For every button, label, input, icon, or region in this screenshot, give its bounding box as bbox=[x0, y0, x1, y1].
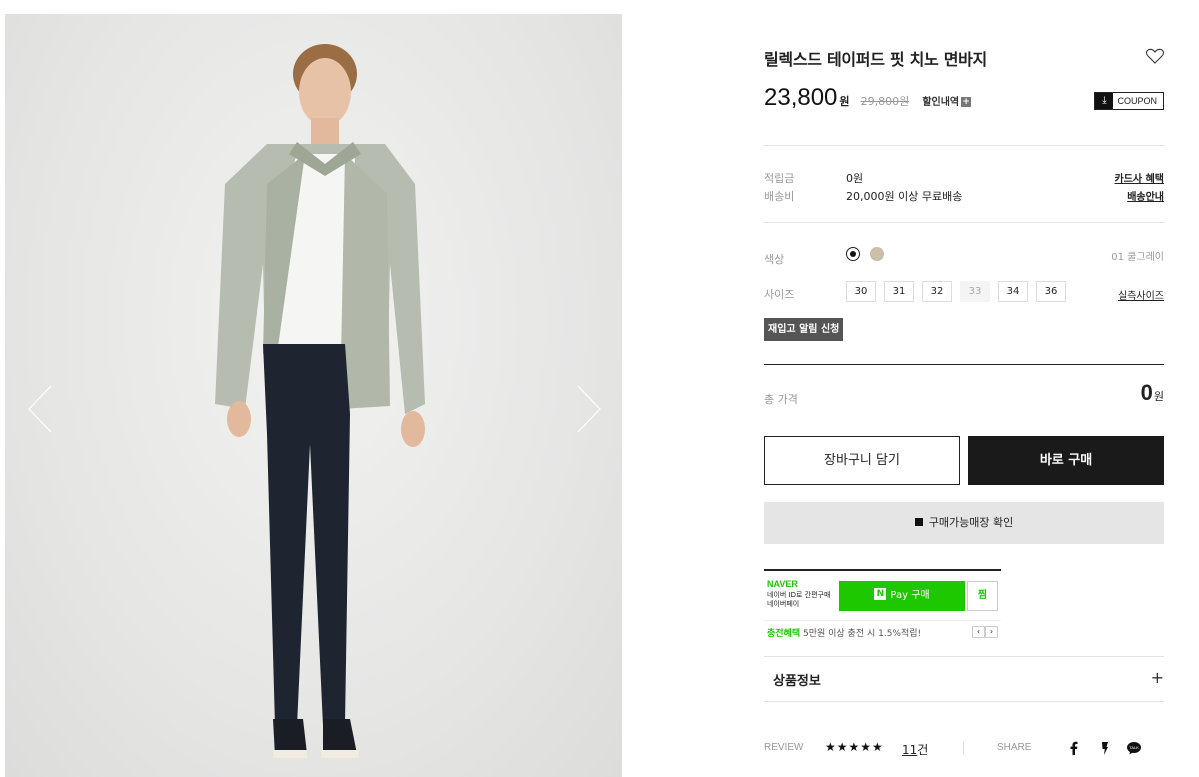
store-availability-button[interactable]: 구매가능매장 확인 bbox=[764, 502, 1164, 544]
naver-benefit-nav: ‹ › bbox=[972, 626, 998, 638]
kakaostory-icon[interactable] bbox=[1097, 740, 1113, 756]
plus-icon: + bbox=[961, 97, 972, 107]
size-option-31[interactable]: 31 bbox=[884, 281, 914, 302]
naver-benefit-text: 충전혜택 5만원 이상 충전 시 1.5%적립! bbox=[767, 626, 921, 639]
discount-details-button[interactable]: 할인내역 + bbox=[922, 97, 972, 108]
heart-icon[interactable] bbox=[1146, 48, 1164, 64]
total-price: 0원 bbox=[1141, 380, 1164, 406]
total-price-unit: 원 bbox=[1153, 391, 1164, 403]
store-availability-label: 구매가능매장 확인 bbox=[928, 516, 1014, 529]
review-count-link[interactable]: 11건 bbox=[902, 741, 928, 758]
review-count: 11 bbox=[902, 743, 918, 757]
chevron-right-icon[interactable]: › bbox=[985, 626, 998, 638]
price-row: 23,800 원 29,800원 할인내역 + ⤓ COUPON bbox=[764, 84, 1164, 118]
gallery-prev-arrow[interactable] bbox=[25, 384, 65, 434]
kakaotalk-icon[interactable]: TALK bbox=[1126, 740, 1142, 756]
coupon-label: COUPON bbox=[1117, 96, 1157, 106]
naver-n-icon: N bbox=[874, 588, 887, 600]
title-row: 릴렉스드 테이퍼드 핏 치노 면바지 bbox=[764, 46, 1164, 70]
naver-desc-line1: 네이버 ID로 간편구매 bbox=[767, 591, 831, 599]
shipping-value: 20,000원 이상 무료배송 bbox=[846, 190, 963, 203]
naver-logo: NAVER bbox=[767, 579, 798, 589]
divider bbox=[764, 620, 1001, 621]
share-label: SHARE bbox=[997, 742, 1032, 753]
shipping-info-link[interactable]: 배송안내 bbox=[1127, 188, 1164, 203]
points-row: 적립금 0원 카드사 혜택 bbox=[764, 170, 1164, 186]
product-info-label: 상품정보 bbox=[773, 674, 821, 689]
product-title: 릴렉스드 테이퍼드 핏 치노 면바지 bbox=[764, 50, 987, 69]
size-options: 30 31 32 33 34 36 bbox=[846, 281, 1066, 302]
review-label: REVIEW bbox=[764, 742, 804, 753]
total-price-value: 0 bbox=[1140, 380, 1153, 405]
svg-text:TALK: TALK bbox=[1129, 745, 1139, 750]
shipping-row: 배송비 20,000원 이상 무료배송 배송안내 bbox=[764, 188, 1164, 204]
naver-benefit-detail: 5만원 이상 충전 시 1.5%적립! bbox=[800, 629, 922, 639]
naver-pay-description: 네이버 ID로 간편구매 네이버페이 bbox=[767, 591, 842, 609]
divider bbox=[963, 742, 964, 754]
naver-desc-line2: 네이버페이 bbox=[767, 600, 800, 608]
original-price: 29,800원 bbox=[860, 95, 910, 108]
shopping-bag-icon bbox=[914, 518, 923, 526]
sale-price-unit: 원 bbox=[839, 95, 850, 108]
size-option-36[interactable]: 36 bbox=[1036, 281, 1066, 302]
naver-pay-label: Pay 구매 bbox=[890, 590, 930, 601]
add-to-cart-button[interactable]: 장바구니 담기 bbox=[764, 436, 960, 485]
plus-icon: + bbox=[1150, 668, 1164, 687]
chevron-left-icon bbox=[28, 385, 52, 433]
coupon-download-button[interactable]: ⤓ COUPON bbox=[1094, 92, 1164, 110]
naver-wish-button[interactable]: 찜 bbox=[967, 581, 998, 611]
color-label: 색상 bbox=[764, 253, 785, 266]
facebook-icon[interactable] bbox=[1066, 740, 1082, 756]
size-option-34[interactable]: 34 bbox=[998, 281, 1028, 302]
size-guide-link[interactable]: 실측사이즈 bbox=[1118, 287, 1164, 302]
product-image-gallery bbox=[5, 14, 622, 777]
naver-pay-widget: NAVER 네이버 ID로 간편구매 네이버페이 N Pay 구매 찜 충전혜택 … bbox=[764, 569, 1001, 641]
naver-pay-button[interactable]: N Pay 구매 bbox=[839, 581, 965, 611]
review-share-row: REVIEW ★★★★★ 11건 SHARE TALK bbox=[764, 740, 1164, 760]
size-option-32[interactable]: 32 bbox=[922, 281, 952, 302]
color-swatch-selected[interactable] bbox=[846, 247, 860, 261]
size-option-33-soldout[interactable]: 33 bbox=[960, 281, 990, 302]
buy-now-button[interactable]: 바로 구매 bbox=[968, 436, 1164, 485]
chevron-left-icon[interactable]: ‹ bbox=[972, 626, 985, 638]
size-label: 사이즈 bbox=[764, 288, 795, 301]
restock-alert-button[interactable]: 재입고 알림 신청 bbox=[764, 318, 844, 341]
size-option-30[interactable]: 30 bbox=[846, 281, 876, 302]
download-icon: ⤓ bbox=[1095, 93, 1114, 109]
review-count-unit: 건 bbox=[917, 743, 929, 757]
points-value: 0원 bbox=[846, 172, 864, 185]
selected-color-name: 01 쿨그레이 bbox=[1111, 252, 1164, 263]
chevron-right-icon bbox=[577, 385, 601, 433]
sale-price: 23,800 bbox=[764, 84, 838, 111]
divider bbox=[764, 145, 1164, 146]
card-benefit-link[interactable]: 카드사 혜택 bbox=[1115, 170, 1164, 185]
divider bbox=[764, 364, 1164, 365]
star-rating: ★★★★★ bbox=[825, 740, 884, 754]
gallery-next-arrow[interactable] bbox=[570, 384, 610, 434]
points-label: 적립금 bbox=[764, 172, 795, 185]
shipping-label: 배송비 bbox=[764, 190, 795, 203]
color-swatch-beige[interactable] bbox=[870, 247, 884, 261]
product-info-accordion[interactable]: 상품정보 + bbox=[764, 656, 1164, 702]
product-photo bbox=[215, 44, 425, 758]
discount-details-label: 할인내역 bbox=[922, 97, 960, 108]
naver-benefit-highlight: 충전혜택 bbox=[767, 629, 801, 639]
divider bbox=[764, 222, 1164, 223]
total-price-label: 총 가격 bbox=[764, 393, 798, 406]
